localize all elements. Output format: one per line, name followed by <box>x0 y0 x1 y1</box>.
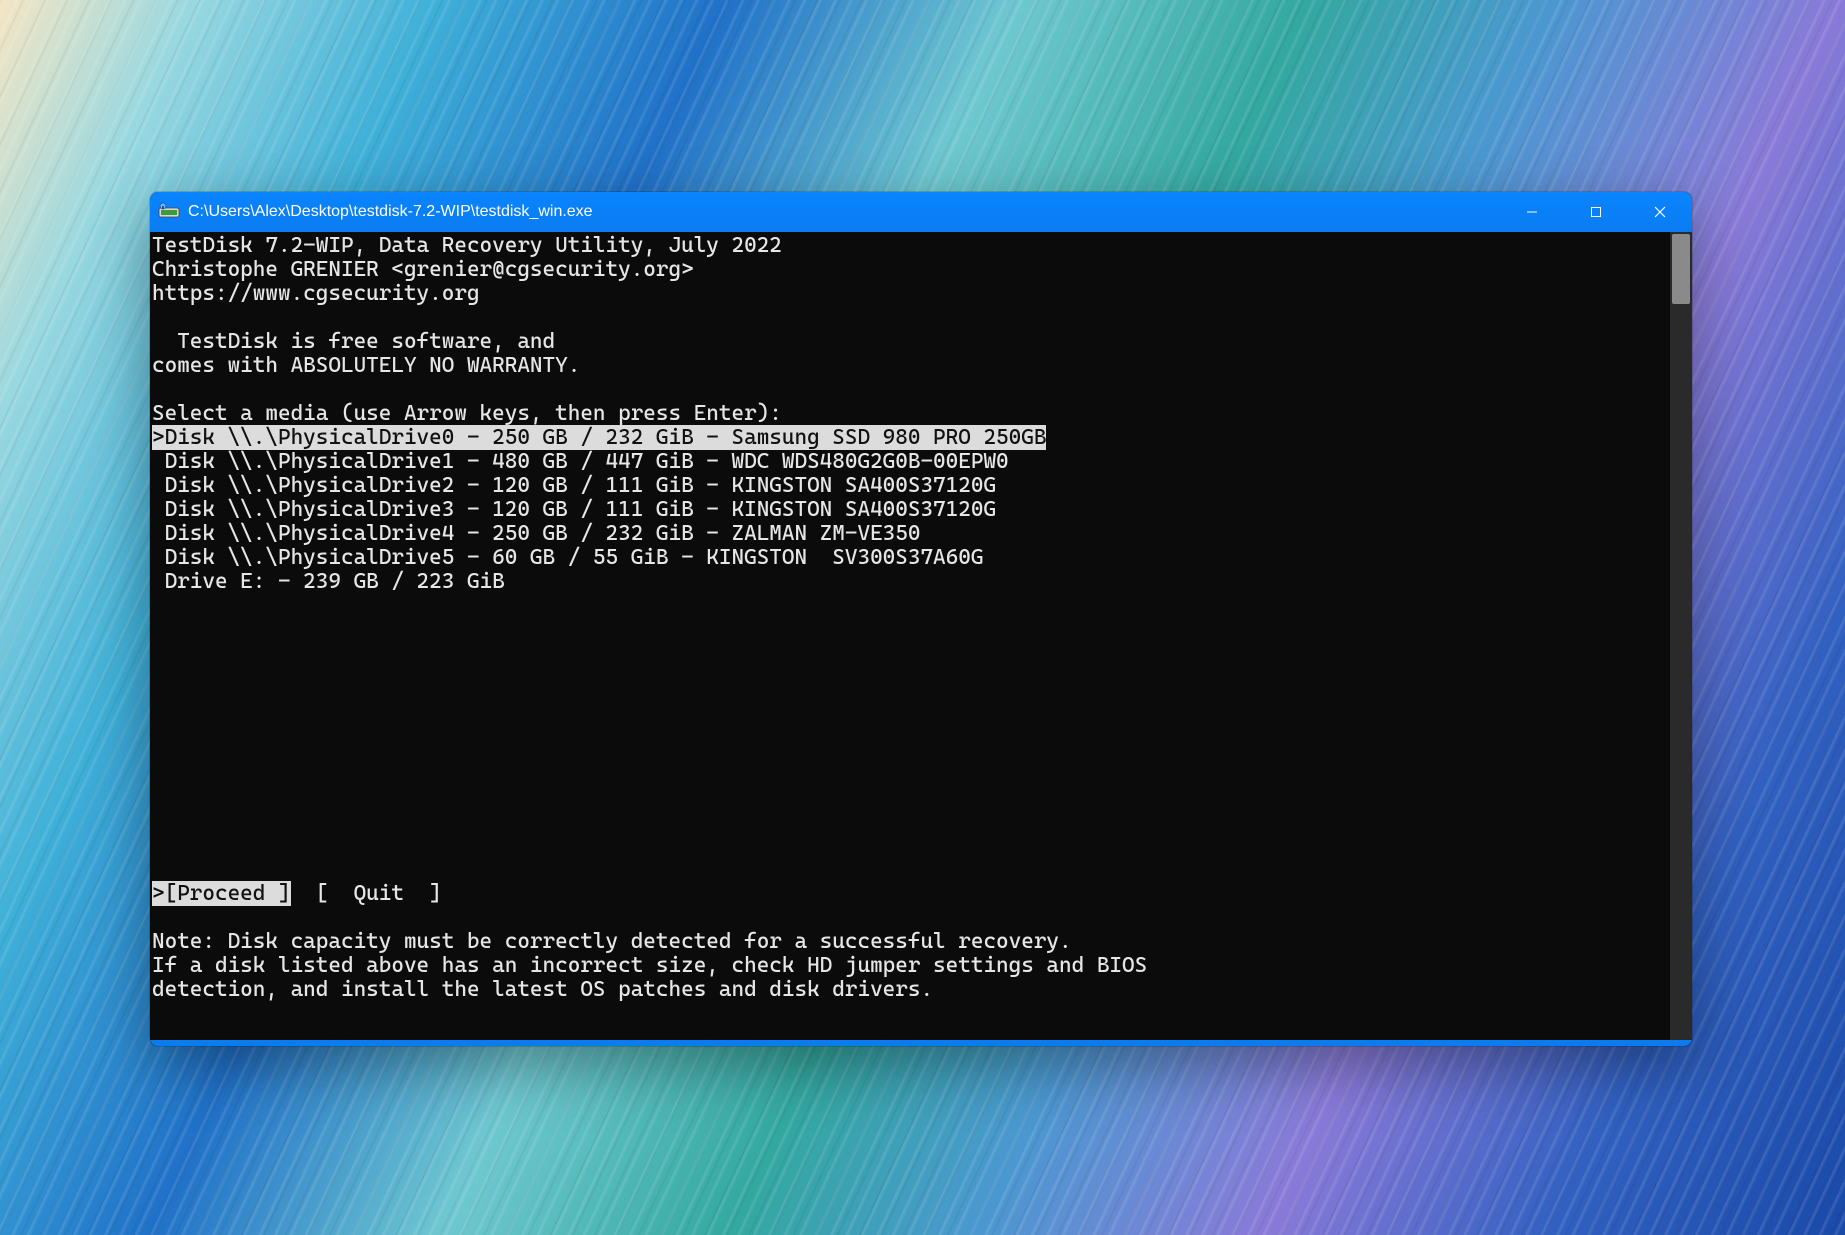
app-icon <box>158 201 180 223</box>
scrollbar-thumb[interactable] <box>1672 234 1690 304</box>
close-button[interactable] <box>1628 192 1692 232</box>
client-area: TestDisk 7.2-WIP, Data Recovery Utility,… <box>150 232 1692 1046</box>
note-line: Note: Disk capacity must be correctly de… <box>152 929 1072 954</box>
console-window: C:\Users\Alex\Desktop\testdisk-7.2-WIP\t… <box>150 192 1692 1046</box>
minimize-button[interactable] <box>1500 192 1564 232</box>
header-author: Christophe GRENIER <grenier@cgsecurity.o… <box>152 257 694 282</box>
note-line: detection, and install the latest OS pat… <box>152 977 933 1002</box>
drive-row[interactable]: Disk \\.\PhysicalDrive1 - 480 GB / 447 G… <box>152 449 1009 474</box>
select-media-prompt: Select a media (use Arrow keys, then pre… <box>152 401 782 426</box>
quit-button[interactable]: [ Quit ] <box>316 881 442 906</box>
drive-row[interactable]: Disk \\.\PhysicalDrive2 - 120 GB / 111 G… <box>152 473 996 498</box>
console-output[interactable]: TestDisk 7.2-WIP, Data Recovery Utility,… <box>150 232 1670 1046</box>
window-title: C:\Users\Alex\Desktop\testdisk-7.2-WIP\t… <box>188 203 1500 221</box>
drive-row[interactable]: Drive E: - 239 GB / 223 GiB <box>152 569 505 594</box>
proceed-button[interactable]: >[Proceed ] <box>152 881 291 906</box>
maximize-button[interactable] <box>1564 192 1628 232</box>
drive-row[interactable]: Disk \\.\PhysicalDrive3 - 120 GB / 111 G… <box>152 497 996 522</box>
drive-row-selected[interactable]: >Disk \\.\PhysicalDrive0 - 250 GB / 232 … <box>152 425 1046 450</box>
caption-buttons <box>1500 192 1692 232</box>
header-url: https://www.cgsecurity.org <box>152 281 480 306</box>
titlebar[interactable]: C:\Users\Alex\Desktop\testdisk-7.2-WIP\t… <box>150 192 1692 232</box>
drive-row[interactable]: Disk \\.\PhysicalDrive4 - 250 GB / 232 G… <box>152 521 920 546</box>
header-line: TestDisk 7.2-WIP, Data Recovery Utility,… <box>152 233 782 258</box>
license-line: comes with ABSOLUTELY NO WARRANTY. <box>152 353 580 378</box>
note-line: If a disk listed above has an incorrect … <box>152 953 1147 978</box>
window-bottom-border <box>150 1040 1692 1046</box>
license-line: TestDisk is free software, and <box>152 329 555 354</box>
drive-row[interactable]: Disk \\.\PhysicalDrive5 - 60 GB / 55 GiB… <box>152 545 983 570</box>
vertical-scrollbar[interactable] <box>1670 232 1692 1046</box>
